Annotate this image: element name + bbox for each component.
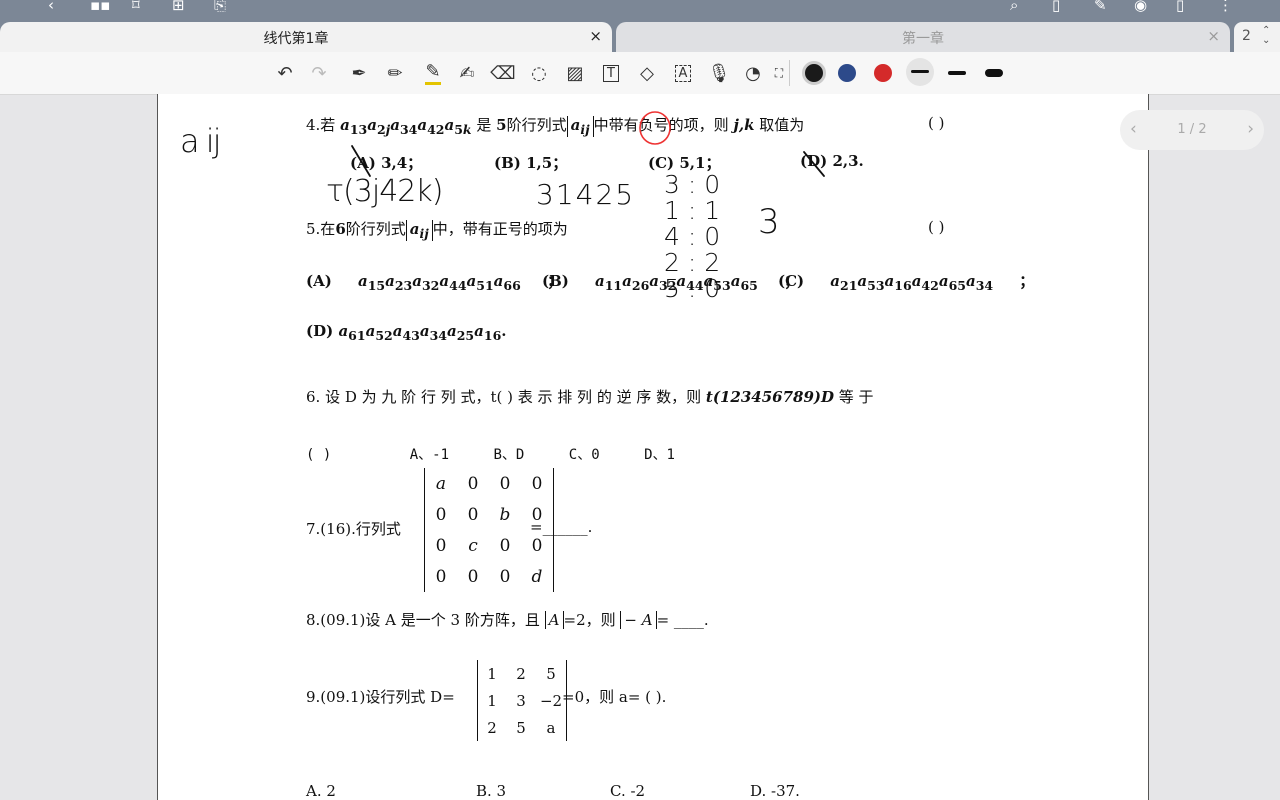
view-icon[interactable]: ◉ [1134, 0, 1147, 13]
pencil-icon[interactable]: ✏ [382, 60, 408, 86]
color-red-swatch[interactable] [874, 64, 892, 82]
sticker-icon[interactable]: ◔ [740, 60, 766, 86]
tab-chapter-one[interactable]: 第一章 × [616, 22, 1230, 52]
stroke-thick-button[interactable] [985, 69, 1003, 77]
bookmark-icon[interactable]: ⌑ [132, 0, 140, 13]
highlighter-icon[interactable]: ✎ [420, 60, 446, 86]
q5-option-d: (D) a61a52a43a34a25a16. [306, 322, 507, 343]
pages-icon[interactable]: ▯ [1176, 0, 1184, 13]
question-7-label: 7.(16).行列式 [306, 520, 401, 538]
tab-title: 第一章 [902, 31, 944, 47]
ocr-icon[interactable]: A [670, 60, 696, 86]
chevron-right-icon[interactable]: › [1247, 119, 1254, 139]
page-number: 1 / 2 [1177, 122, 1207, 137]
q4-option-a: (A) 3,4； [350, 154, 423, 172]
search-icon[interactable]: ⌕ [1010, 0, 1018, 13]
export-icon[interactable]: ⎘ [214, 0, 226, 13]
tab-title: 线代第1章 [263, 31, 329, 47]
q4-option-d: (D) 2,3. [800, 152, 864, 170]
question-4: 4.若 a13a2ja34a42a5k 是 5阶行列式 aij 中带有负号的项，则 … [306, 116, 805, 137]
page-indicator: ‹ 1 / 2 › [1120, 110, 1264, 150]
tab-count: 2 [1242, 28, 1251, 44]
close-icon[interactable]: × [589, 27, 602, 45]
question-5: 5.在6阶行列式 aij 中，带有正号的项为 [306, 220, 568, 241]
close-icon[interactable]: × [1207, 27, 1220, 45]
undo-icon[interactable]: ↶ [272, 60, 298, 86]
q9-tail: =0，则 a= ( ). [562, 688, 667, 706]
image-icon[interactable]: ▨ [562, 60, 588, 86]
more-icon[interactable]: ⋮ [1218, 0, 1233, 13]
q5-option-a: (A) a15a23a32a44a51a66 ； [306, 272, 562, 293]
answer-paren: ( ) [928, 114, 945, 132]
handwritten-three: 3 [758, 202, 780, 242]
mic-icon[interactable]: 🎙 [706, 60, 732, 86]
q4-option-b: (B) 1,5； [494, 154, 568, 172]
q5-option-c: (C) a21a53a16a42a65a34 ； [778, 272, 1035, 293]
tab-bar: 线代第1章 × 第一章 × 2 ⌃ ⌄ [0, 22, 1280, 52]
answer-paren: ( ) [928, 218, 945, 236]
q9-option-a: A. 2 [306, 782, 336, 800]
question-9-label: 9.(09.1)设行列式 D= [306, 688, 455, 706]
text-icon[interactable]: T [598, 60, 624, 86]
handwritten-column: 3 : 01 : 14 : 02 : 25 : 0 [664, 170, 721, 303]
share-icon[interactable]: ▯ [1052, 0, 1060, 13]
stroke-thin-button[interactable] [906, 58, 934, 86]
q9-option-d: D. -37. [750, 782, 800, 800]
shape-icon[interactable]: ◇ [634, 60, 660, 86]
lasso-icon[interactable]: ◌ [526, 60, 552, 86]
pen-mode-icon[interactable]: ✎ [1094, 0, 1107, 13]
document-page[interactable]: 4.若 a13a2ja34a42a5k 是 5阶行列式 aij 中带有负号的项，则 … [157, 94, 1149, 800]
add-page-icon[interactable]: ⊞ [172, 0, 185, 13]
handwritten-inversion: τ(3j42k) [326, 174, 443, 209]
crop-icon[interactable]: ⛶ [772, 60, 786, 86]
pen-icon[interactable]: ✒ [346, 60, 372, 86]
marker-icon[interactable]: ✍ [454, 60, 480, 86]
question-8: 8.(09.1)设 A 是一个 3 阶方阵，且 A =2，则 − A = ____. [306, 611, 709, 629]
tab-count-switcher[interactable]: 2 ⌃ ⌄ [1234, 22, 1280, 52]
eraser-icon[interactable]: ⌫ [490, 60, 516, 86]
color-blue-swatch[interactable] [838, 64, 856, 82]
back-icon[interactable]: ‹ [48, 0, 54, 13]
handwritten-aij: a ij [180, 122, 222, 160]
stroke-medium-button[interactable] [948, 71, 966, 75]
grid-icon[interactable]: ▪▪ [90, 0, 110, 13]
toolbar-divider [789, 60, 790, 86]
chevron-updown-icon: ⌃ ⌄ [1262, 25, 1271, 46]
q9-determinant: 125 1 3 −2 25a [477, 660, 567, 741]
q6-options: ( ) A、-1 B、D C、0 D、1 [306, 447, 675, 463]
handwritten-permutation: 31425 [536, 178, 636, 211]
system-top-bar: ‹ ▪▪ ⌑ ⊞ ⎘ ⌕ ▯ ✎ ◉ ▯ ⋮ [0, 0, 1280, 22]
q9-option-c: C. -2 [610, 782, 646, 800]
question-6: 6. 设 D 为 九 阶 行 列 式，t( ) 表 示 排 列 的 逆 序 数，… [306, 388, 874, 406]
redo-icon[interactable]: ↷ [306, 60, 332, 86]
q7-equals-blank: =______. [530, 518, 593, 536]
color-black-swatch[interactable] [802, 61, 826, 85]
q9-option-b: B. 3 [476, 782, 507, 800]
annotation-toolbar: ↶ ↷ ✒ ✏ ✎ ✍ ⌫ ◌ ▨ T ◇ A 🎙 ◔ ⛶ [0, 52, 1280, 95]
tab-linear-algebra-ch1[interactable]: 线代第1章 × [0, 22, 612, 52]
